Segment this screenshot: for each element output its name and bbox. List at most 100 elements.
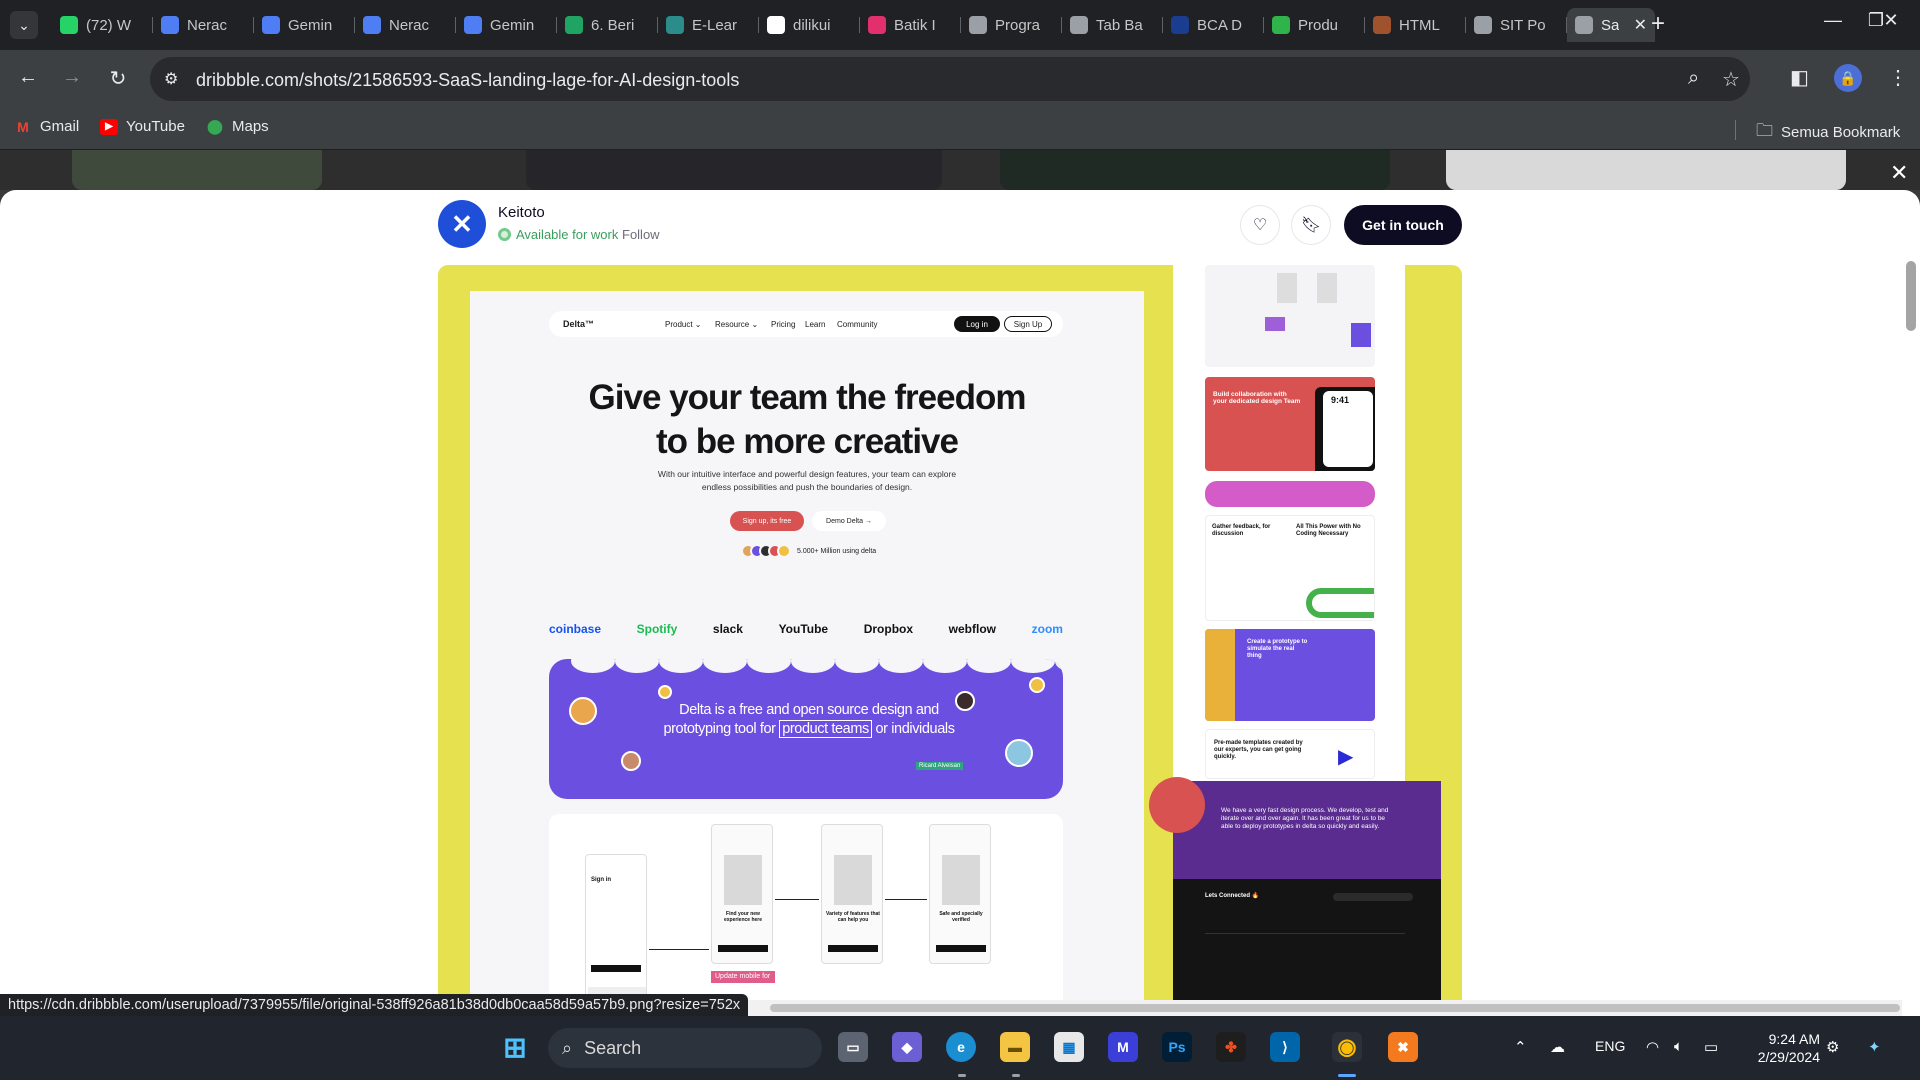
bookmark-maps[interactable]: ⬤ Maps (206, 118, 269, 135)
mock-prototype-tile: Create a prototype to simulate the real … (1205, 629, 1375, 721)
cloud-icon[interactable]: ☁ (1550, 1038, 1565, 1056)
tab-label: Produ (1298, 16, 1339, 34)
site-info-icon[interactable]: ⚙ (164, 69, 178, 89)
back-button[interactable]: ← (14, 66, 42, 89)
xampp-icon[interactable]: ✖ (1388, 1032, 1418, 1062)
bookmark-youtube[interactable]: ▶ YouTube (100, 118, 185, 135)
tab-favicon-icon (1575, 16, 1593, 34)
clock-date: 2/29/2024 (1757, 1049, 1820, 1065)
language-indicator[interactable]: ENG (1595, 1038, 1625, 1054)
bookmark-star-icon[interactable]: ☆ (1722, 67, 1740, 92)
like-button[interactable]: ♡ (1240, 205, 1280, 245)
photoshop-icon[interactable]: Ps (1162, 1032, 1192, 1062)
mock-hero-title: Give your team the freedom to be more cr… (470, 376, 1144, 464)
mock-mobile-tag: Update mobile for (711, 971, 775, 983)
author-avatar[interactable]: ✕ (438, 200, 486, 248)
reload-button[interactable]: ↻ (104, 66, 132, 91)
mock-signup-cta: Sign up, its free (730, 511, 804, 531)
tray-chevron-icon[interactable]: ⌃ (1514, 1038, 1527, 1056)
volume-muted-icon[interactable]: 🔈︎ (1674, 1038, 1683, 1055)
banner-scallop (703, 659, 747, 673)
browser-tab[interactable]: E-Lear (658, 8, 759, 42)
browser-tab[interactable]: BCA D (1163, 8, 1264, 42)
browser-tab[interactable]: dilikui (759, 8, 860, 42)
vscode-icon[interactable]: ⟩ (1270, 1032, 1300, 1062)
brand-logo: webflow (948, 622, 997, 636)
task-view-icon[interactable]: ▭ (838, 1032, 868, 1062)
horizontal-scrollbar-thumb[interactable] (770, 1004, 1900, 1012)
edge-icon[interactable]: e (946, 1032, 976, 1062)
tab-active[interactable]: Sa ✕ (1567, 8, 1655, 42)
browser-tab[interactable]: Nerac (153, 8, 254, 42)
clock-time: 9:24 AM (1768, 1031, 1820, 1047)
bookmark-icon: 🔖︎ (1300, 217, 1322, 234)
close-window-icon[interactable]: ✕ (1876, 10, 1906, 31)
mock-hero-line: Give your team the freedom (588, 378, 1027, 417)
side-panel-icon[interactable]: ◧ (1790, 65, 1809, 90)
forward-button[interactable]: → (58, 66, 86, 89)
chrome-icon[interactable]: ◉ (1332, 1032, 1362, 1062)
settings-gear-icon[interactable]: ⚙ (1826, 1038, 1839, 1056)
address-bar[interactable]: ⚙ dribbble.com/shots/21586593-SaaS-landi… (150, 57, 1750, 101)
mock-hero-subtitle: With our intuitive interface and powerfu… (657, 469, 957, 492)
tab-favicon-icon (1272, 16, 1290, 34)
tab-close-icon[interactable]: ✕ (1634, 15, 1647, 35)
browser-tab[interactable]: Batik I (860, 8, 961, 42)
browser-tab[interactable]: Tab Ba (1062, 8, 1163, 42)
mock-tile-title: Pre-made templates created by our expert… (1214, 740, 1303, 760)
new-tab-button[interactable]: + (1651, 12, 1665, 36)
battery-icon[interactable]: ▭ (1704, 1038, 1718, 1056)
scrollbar-thumb[interactable] (1906, 261, 1916, 331)
figma-icon[interactable]: ✤ (1216, 1032, 1246, 1062)
browser-tab[interactable]: Progra (961, 8, 1062, 42)
availability[interactable]: Available for work (498, 227, 618, 242)
tab-label: 6. Beri (591, 16, 635, 34)
banner-scallop (571, 659, 615, 673)
profile-avatar[interactable]: 🔒 (1834, 64, 1862, 92)
browser-tab[interactable]: Gemin (456, 8, 557, 42)
browser-tab[interactable]: Gemin (254, 8, 355, 42)
file-explorer-icon[interactable]: ▬ (1000, 1032, 1030, 1062)
mock-signup-button: Sign Up (1004, 316, 1052, 332)
save-button[interactable]: 🔖︎ (1291, 205, 1331, 245)
shot-preview[interactable]: Delta™ Product ⌄ Resource ⌄ Pricing Lear… (438, 265, 1462, 1016)
bookmark-label: Maps (232, 118, 269, 135)
mock-nav-link: Community (837, 320, 878, 329)
page-viewport: ✕ ✕ Keitoto Available for work Follow ♡ … (0, 150, 1920, 1016)
all-bookmarks[interactable]: 🗀 Semua Bookmark (1756, 118, 1900, 147)
mock-avatar (569, 697, 597, 725)
copilot-icon[interactable]: ◆ (892, 1032, 922, 1062)
browser-tab[interactable]: (72) W (52, 8, 153, 42)
bookmark-gmail[interactable]: M Gmail (14, 118, 79, 135)
mock-nav-link: Resource ⌄ (715, 320, 759, 329)
taskbar-search[interactable]: ⌕ Search (548, 1028, 822, 1068)
tab-label: Sa (1601, 16, 1620, 34)
browser-tab[interactable]: Nerac (355, 8, 456, 42)
browser-tab[interactable]: Produ (1264, 8, 1365, 42)
author-name[interactable]: Keitoto (498, 204, 545, 221)
design-app-icon[interactable]: M (1108, 1032, 1138, 1062)
chevron-down-icon: ⌄ (18, 16, 30, 33)
windows-start-icon[interactable]: ⊞ (500, 1032, 530, 1063)
minimize-button[interactable]: — (1818, 10, 1848, 31)
page-scrollbar[interactable] (1902, 230, 1920, 1016)
close-modal-icon[interactable]: ✕ (1890, 160, 1908, 186)
tab-search-button[interactable]: ⌄ (10, 11, 38, 39)
wifi-icon[interactable]: ◠ (1646, 1038, 1659, 1056)
banner-scallop (659, 659, 703, 673)
browser-tab[interactable]: HTML (1365, 8, 1466, 42)
microsoft-store-icon[interactable]: ▦ (1054, 1032, 1084, 1062)
system-clock[interactable]: 9:24 AM 2/29/2024 (1740, 1030, 1820, 1066)
promo-text-part: or individuals (875, 721, 955, 737)
tab-favicon-icon (1474, 16, 1492, 34)
mock-nav-link: Pricing (771, 320, 796, 329)
menu-icon[interactable]: ⋮ (1888, 65, 1908, 90)
mock-tile-title: Gather feedback, for discussion (1212, 524, 1271, 537)
browser-tab[interactable]: SIT Po (1466, 8, 1567, 42)
zoom-icon[interactable]: ⌕ (1688, 67, 1699, 90)
follow-link[interactable]: Follow (622, 227, 660, 242)
get-in-touch-button[interactable]: Get in touch (1344, 205, 1462, 245)
copilot-tray-icon[interactable]: ✦ (1868, 1038, 1881, 1056)
browser-tab[interactable]: 6. Beri (557, 8, 658, 42)
url-text[interactable]: dribbble.com/shots/21586593-SaaS-landing… (196, 70, 739, 91)
